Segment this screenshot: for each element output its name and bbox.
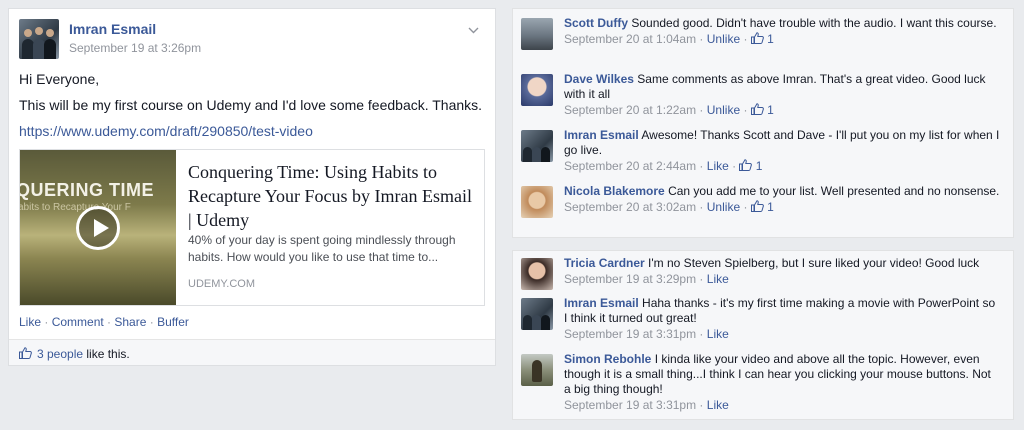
separator: · [740, 32, 751, 46]
likes-count-link[interactable]: 3 people [37, 347, 83, 361]
unlike-button[interactable]: Unlike [707, 103, 740, 117]
likes-suffix: like this. [83, 347, 130, 361]
thumbnail-subtitle: abits to Recapture Your F [20, 202, 131, 213]
comment-likes-count[interactable]: 1 [750, 200, 774, 214]
chevron-down-icon[interactable] [468, 23, 479, 37]
comments-panel: Tricia Cardner I'm no Steven Spielberg, … [512, 250, 1014, 420]
thumbs-up-icon [750, 32, 764, 46]
commenter-name[interactable]: Imran Esmail [564, 128, 639, 142]
separator: · [41, 315, 52, 329]
post-greeting: Hi Everyone, [19, 71, 100, 87]
thumbs-up-icon [739, 159, 753, 173]
unlike-button[interactable]: Unlike [707, 200, 740, 214]
separator: · [696, 200, 707, 214]
commenter-name[interactable]: Tricia Cardner [564, 256, 645, 270]
thumbs-up-icon [19, 347, 32, 362]
comment-likes-count[interactable]: 1 [739, 159, 762, 173]
comment-timestamp[interactable]: September 19 at 3:29pm [564, 272, 696, 286]
comment-timestamp[interactable]: September 20 at 2:44am [564, 159, 696, 173]
link-preview-card[interactable]: QUERING TIME abits to Recapture Your F C… [19, 149, 485, 306]
commenter-avatar[interactable] [521, 18, 553, 50]
commenter-avatar[interactable] [521, 130, 553, 162]
separator: · [740, 103, 751, 117]
commenter-name[interactable]: Nicola Blakemore [564, 184, 665, 198]
buffer-button[interactable]: Buffer [157, 315, 189, 329]
post-header: Imran Esmail September 19 at 3:26pm [19, 19, 479, 63]
unlike-button[interactable]: Unlike [707, 32, 740, 46]
comment-timestamp[interactable]: September 19 at 3:31pm [564, 327, 696, 341]
commenter-name[interactable]: Scott Duffy [564, 16, 628, 30]
comment-timestamp[interactable]: September 20 at 3:02am [564, 200, 696, 214]
separator: · [696, 272, 707, 286]
separator: · [696, 159, 707, 173]
play-icon[interactable] [76, 206, 120, 250]
post-actions: Like · Comment · Share · Buffer [19, 315, 189, 329]
post-card: Imran Esmail September 19 at 3:26pm Hi E… [8, 8, 496, 366]
like-button[interactable]: Like [19, 315, 41, 329]
comment-likes-count[interactable]: 1 [750, 32, 774, 46]
comment-text: I'm no Steven Spielberg, but I sure like… [648, 256, 980, 270]
commenter-avatar[interactable] [521, 186, 553, 218]
likes-summary: 3 people like this. [9, 339, 495, 365]
preview-title[interactable]: Conquering Time: Using Habits to Recaptu… [188, 160, 478, 232]
like-button[interactable]: Like [707, 327, 729, 341]
commenter-avatar[interactable] [521, 354, 553, 386]
separator: · [103, 315, 115, 329]
commenter-avatar[interactable] [521, 298, 553, 330]
commenter-avatar[interactable] [521, 74, 553, 106]
separator: · [696, 32, 707, 46]
comment-button[interactable]: Comment [52, 315, 104, 329]
separator: · [696, 398, 707, 412]
video-thumbnail[interactable]: QUERING TIME abits to Recapture Your F [20, 150, 176, 305]
comment-text: Sounded good. Didn't have trouble with t… [631, 16, 997, 30]
thumbs-up-icon [750, 103, 764, 117]
commenter-name[interactable]: Simon Rebohle [564, 352, 651, 366]
preview-domain: UDEMY.COM [188, 278, 256, 290]
comment-timestamp[interactable]: September 19 at 3:31pm [564, 398, 696, 412]
comments-panel: Scott Duffy Sounded good. Didn't have tr… [512, 8, 1014, 238]
post-url-link[interactable]: https://www.udemy.com/draft/290850/test-… [19, 123, 313, 139]
share-button[interactable]: Share [114, 315, 146, 329]
post-body: This will be my first course on Udemy an… [19, 97, 483, 113]
thumbs-up-icon [750, 200, 764, 214]
comment-timestamp[interactable]: September 20 at 1:22am [564, 103, 696, 117]
commenter-name[interactable]: Imran Esmail [564, 296, 639, 310]
separator: · [740, 200, 751, 214]
commenter-name[interactable]: Dave Wilkes [564, 72, 634, 86]
comment-likes-count[interactable]: 1 [750, 103, 774, 117]
separator: · [696, 327, 707, 341]
separator: · [728, 159, 740, 173]
thumbnail-title: QUERING TIME [20, 180, 155, 200]
like-button[interactable]: Like [707, 272, 729, 286]
like-button[interactable]: Like [707, 159, 729, 173]
commenter-avatar[interactable] [521, 258, 553, 290]
author-avatar[interactable] [19, 19, 59, 59]
post-author-name[interactable]: Imran Esmail [69, 21, 156, 37]
comment-timestamp[interactable]: September 20 at 1:04am [564, 32, 696, 46]
separator: · [146, 315, 158, 329]
comment-text: Can you add me to your list. Well presen… [668, 184, 1000, 198]
separator: · [696, 103, 707, 117]
like-button[interactable]: Like [707, 398, 729, 412]
post-timestamp[interactable]: September 19 at 3:26pm [69, 41, 201, 55]
preview-description: 40% of your day is spent going mindlessl… [188, 233, 456, 264]
